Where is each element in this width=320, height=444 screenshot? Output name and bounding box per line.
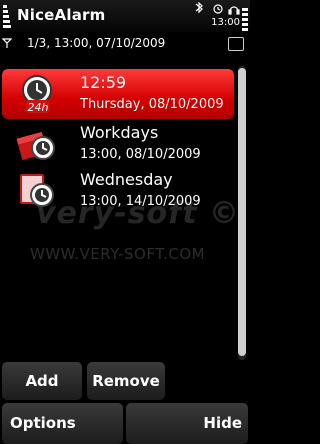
status-indicator-icons: [195, 2, 240, 15]
workdays-alarm-icon: [16, 132, 55, 160]
list-item-alarm-2[interactable]: Workdays 13:00, 08/10/2009: [2, 119, 234, 169]
next-alarm-summary: 1/3, 13:00, 07/10/2009: [27, 36, 166, 50]
bluetooth-icon: [195, 2, 203, 14]
alarm-date: Thursday, 08/10/2009: [80, 97, 224, 112]
alarm-clock-icon: [213, 4, 223, 14]
alarm-date: 13:00, 14/10/2009: [80, 194, 201, 209]
alarm-name: Workdays: [80, 123, 159, 142]
expand-window-icon[interactable]: [228, 37, 244, 51]
status-bar: NiceAlarm 13:00: [0, 0, 250, 32]
alarm-date: 13:00, 08/10/2009: [80, 147, 201, 162]
24h-alarm-icon: 24h: [22, 75, 52, 114]
add-button[interactable]: Add: [2, 362, 82, 400]
status-clock: 13:00: [211, 17, 240, 28]
softkey-bar: Options Hide: [0, 401, 250, 444]
remove-button[interactable]: Remove: [87, 362, 165, 400]
list-item-alarm-3[interactable]: Wednesday 13:00, 14/10/2009: [2, 166, 234, 216]
signal-strength-icon: [3, 4, 13, 30]
svg-text:24h: 24h: [28, 101, 49, 114]
hide-softkey[interactable]: Hide: [126, 403, 248, 444]
alarm-time: 12:59: [80, 73, 127, 92]
scrollbar-thumb[interactable]: [238, 68, 246, 356]
scrollbar[interactable]: [238, 66, 246, 360]
headset-icon: [228, 6, 240, 15]
calendar-alarm-icon: [20, 174, 54, 207]
alarm-list: 24h 12:59 Thursday, 08/10/2009 Workdays …: [0, 64, 250, 358]
antenna-icon: [2, 38, 12, 48]
app-title: NiceAlarm: [17, 6, 106, 24]
alarm-name: Wednesday: [80, 170, 173, 189]
options-softkey[interactable]: Options: [2, 403, 123, 444]
list-item-alarm-1[interactable]: 24h 12:59 Thursday, 08/10/2009: [2, 69, 234, 119]
battery-icon: [242, 8, 248, 32]
